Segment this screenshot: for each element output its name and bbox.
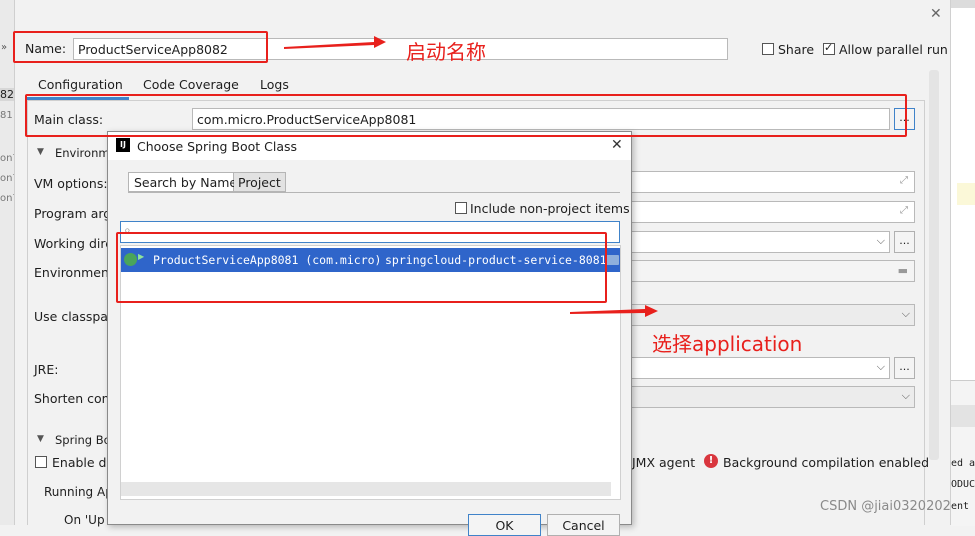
env-vars-label: Environment [34, 265, 114, 280]
intellij-logo-icon: IJ [116, 138, 130, 152]
right-strip-text: ent [951, 501, 970, 512]
browse-label: ... [899, 360, 910, 373]
program-args-label: Program arg [34, 206, 112, 221]
working-dir-field[interactable]: ⌵ [615, 231, 890, 253]
right-strip: ed a ODUC ent [950, 0, 975, 526]
vm-options-label: VM options: [34, 176, 108, 191]
right-strip-selection [951, 405, 975, 427]
check-icon: ✓ [824, 41, 834, 54]
env-vars-field[interactable]: ▬ [615, 260, 915, 282]
popup-close-icon[interactable]: ✕ [611, 137, 623, 153]
tab-configuration[interactable]: Configuration [38, 77, 123, 92]
shorten-label: Shorten com [34, 391, 114, 406]
chevron-down-icon[interactable]: ⌵ [902, 389, 910, 403]
right-strip-text: ODUC [951, 479, 975, 490]
popup-tab-project-label: Project [238, 175, 281, 190]
annotation-launch-name: 启动名称 [406, 40, 486, 64]
vm-options-field[interactable]: ⤢ [615, 171, 915, 193]
spring-boot-section-icon[interactable]: ▼ [37, 434, 44, 444]
watermark: CSDN @jiai0320202 [820, 499, 951, 514]
environment-section-icon[interactable]: ▼ [37, 147, 44, 157]
right-strip-tab [951, 0, 975, 8]
allow-parallel-label: Allow parallel run [839, 42, 948, 57]
background-compilation-label: Background compilation enabled [723, 455, 930, 470]
enable-checkbox[interactable] [35, 456, 47, 468]
annotation-box-main-class [25, 94, 907, 137]
annotation-box-name [13, 31, 268, 63]
ok-button-label: OK [495, 518, 514, 533]
share-label: Share [778, 42, 815, 57]
popup-tab-project[interactable]: Project [234, 172, 286, 192]
include-non-project-label: Include non-project items [470, 201, 630, 216]
allow-parallel-checkbox[interactable]: ✓ [823, 41, 835, 55]
folder-icon[interactable]: ▬ [898, 264, 908, 277]
right-strip-highlight [957, 183, 975, 205]
left-strip-item: 82 [0, 88, 14, 101]
close-icon[interactable]: ✕ [930, 6, 942, 22]
expand-icon[interactable]: ⤢ [900, 205, 908, 216]
right-strip-text: ed a [951, 458, 975, 469]
chevron-down-icon[interactable]: ⌵ [877, 234, 885, 248]
working-dir-browse-button[interactable]: ... [894, 231, 915, 253]
left-strip-item: on7 [0, 153, 14, 164]
working-dir-label: Working dire [34, 236, 113, 251]
jre-browse-button[interactable]: ... [894, 357, 915, 379]
chevron-down-icon[interactable]: ⌵ [877, 360, 885, 374]
environment-section-label: Environm [55, 146, 110, 160]
error-icon: ! [704, 454, 718, 468]
popup-tab-search-label: Search by Name [134, 175, 238, 190]
module-folder-icon [605, 255, 619, 265]
running-app-label: Running Ap [44, 485, 113, 499]
shorten-combo[interactable]: ⌵ [615, 386, 915, 408]
jre-label: JRE: [34, 362, 59, 377]
share-checkbox[interactable] [762, 43, 774, 55]
browse-label: ... [899, 234, 910, 247]
use-classpath-label: Use classpat [34, 309, 113, 324]
jmx-agent-label: JMX agent [632, 455, 696, 470]
include-non-project-checkbox[interactable] [455, 202, 467, 214]
popup-title: Choose Spring Boot Class [137, 139, 298, 154]
jre-combo[interactable]: ⌵ [615, 357, 890, 379]
annotation-select-app: 选择application [652, 332, 803, 356]
left-strip: » 82 81 on7 on7 on7 [0, 0, 15, 525]
tab-code-coverage[interactable]: Code Coverage [143, 77, 239, 92]
chevron-down-icon[interactable]: ⌵ [902, 307, 910, 321]
program-args-field[interactable]: ⤢ [615, 201, 915, 223]
cancel-button[interactable]: Cancel [547, 514, 620, 536]
spring-boot-section-label: Spring Bo [55, 433, 111, 447]
left-strip-item: 81 [0, 110, 13, 121]
list-hscrollbar[interactable] [121, 482, 611, 496]
annotation-arrow-select [570, 305, 658, 317]
annotation-box-result [116, 232, 607, 303]
popup-tab-search[interactable]: Search by Name [128, 172, 238, 192]
ok-button[interactable]: OK [468, 514, 541, 536]
cancel-button-label: Cancel [562, 518, 605, 533]
expand-icon[interactable]: ⤢ [900, 175, 908, 186]
tab-logs[interactable]: Logs [260, 77, 289, 92]
enable-label: Enable de [52, 455, 115, 470]
choose-class-popup: IJ Choose Spring Boot Class ✕ Search by … [107, 131, 632, 536]
left-strip-item: on7 [0, 173, 14, 184]
config-scrollbar[interactable] [929, 70, 939, 460]
left-strip-item: on7 [0, 193, 14, 204]
annotation-arrow-name [284, 36, 386, 49]
popup-tab-divider [128, 192, 620, 193]
left-strip-expand-icon[interactable]: » [1, 42, 7, 53]
